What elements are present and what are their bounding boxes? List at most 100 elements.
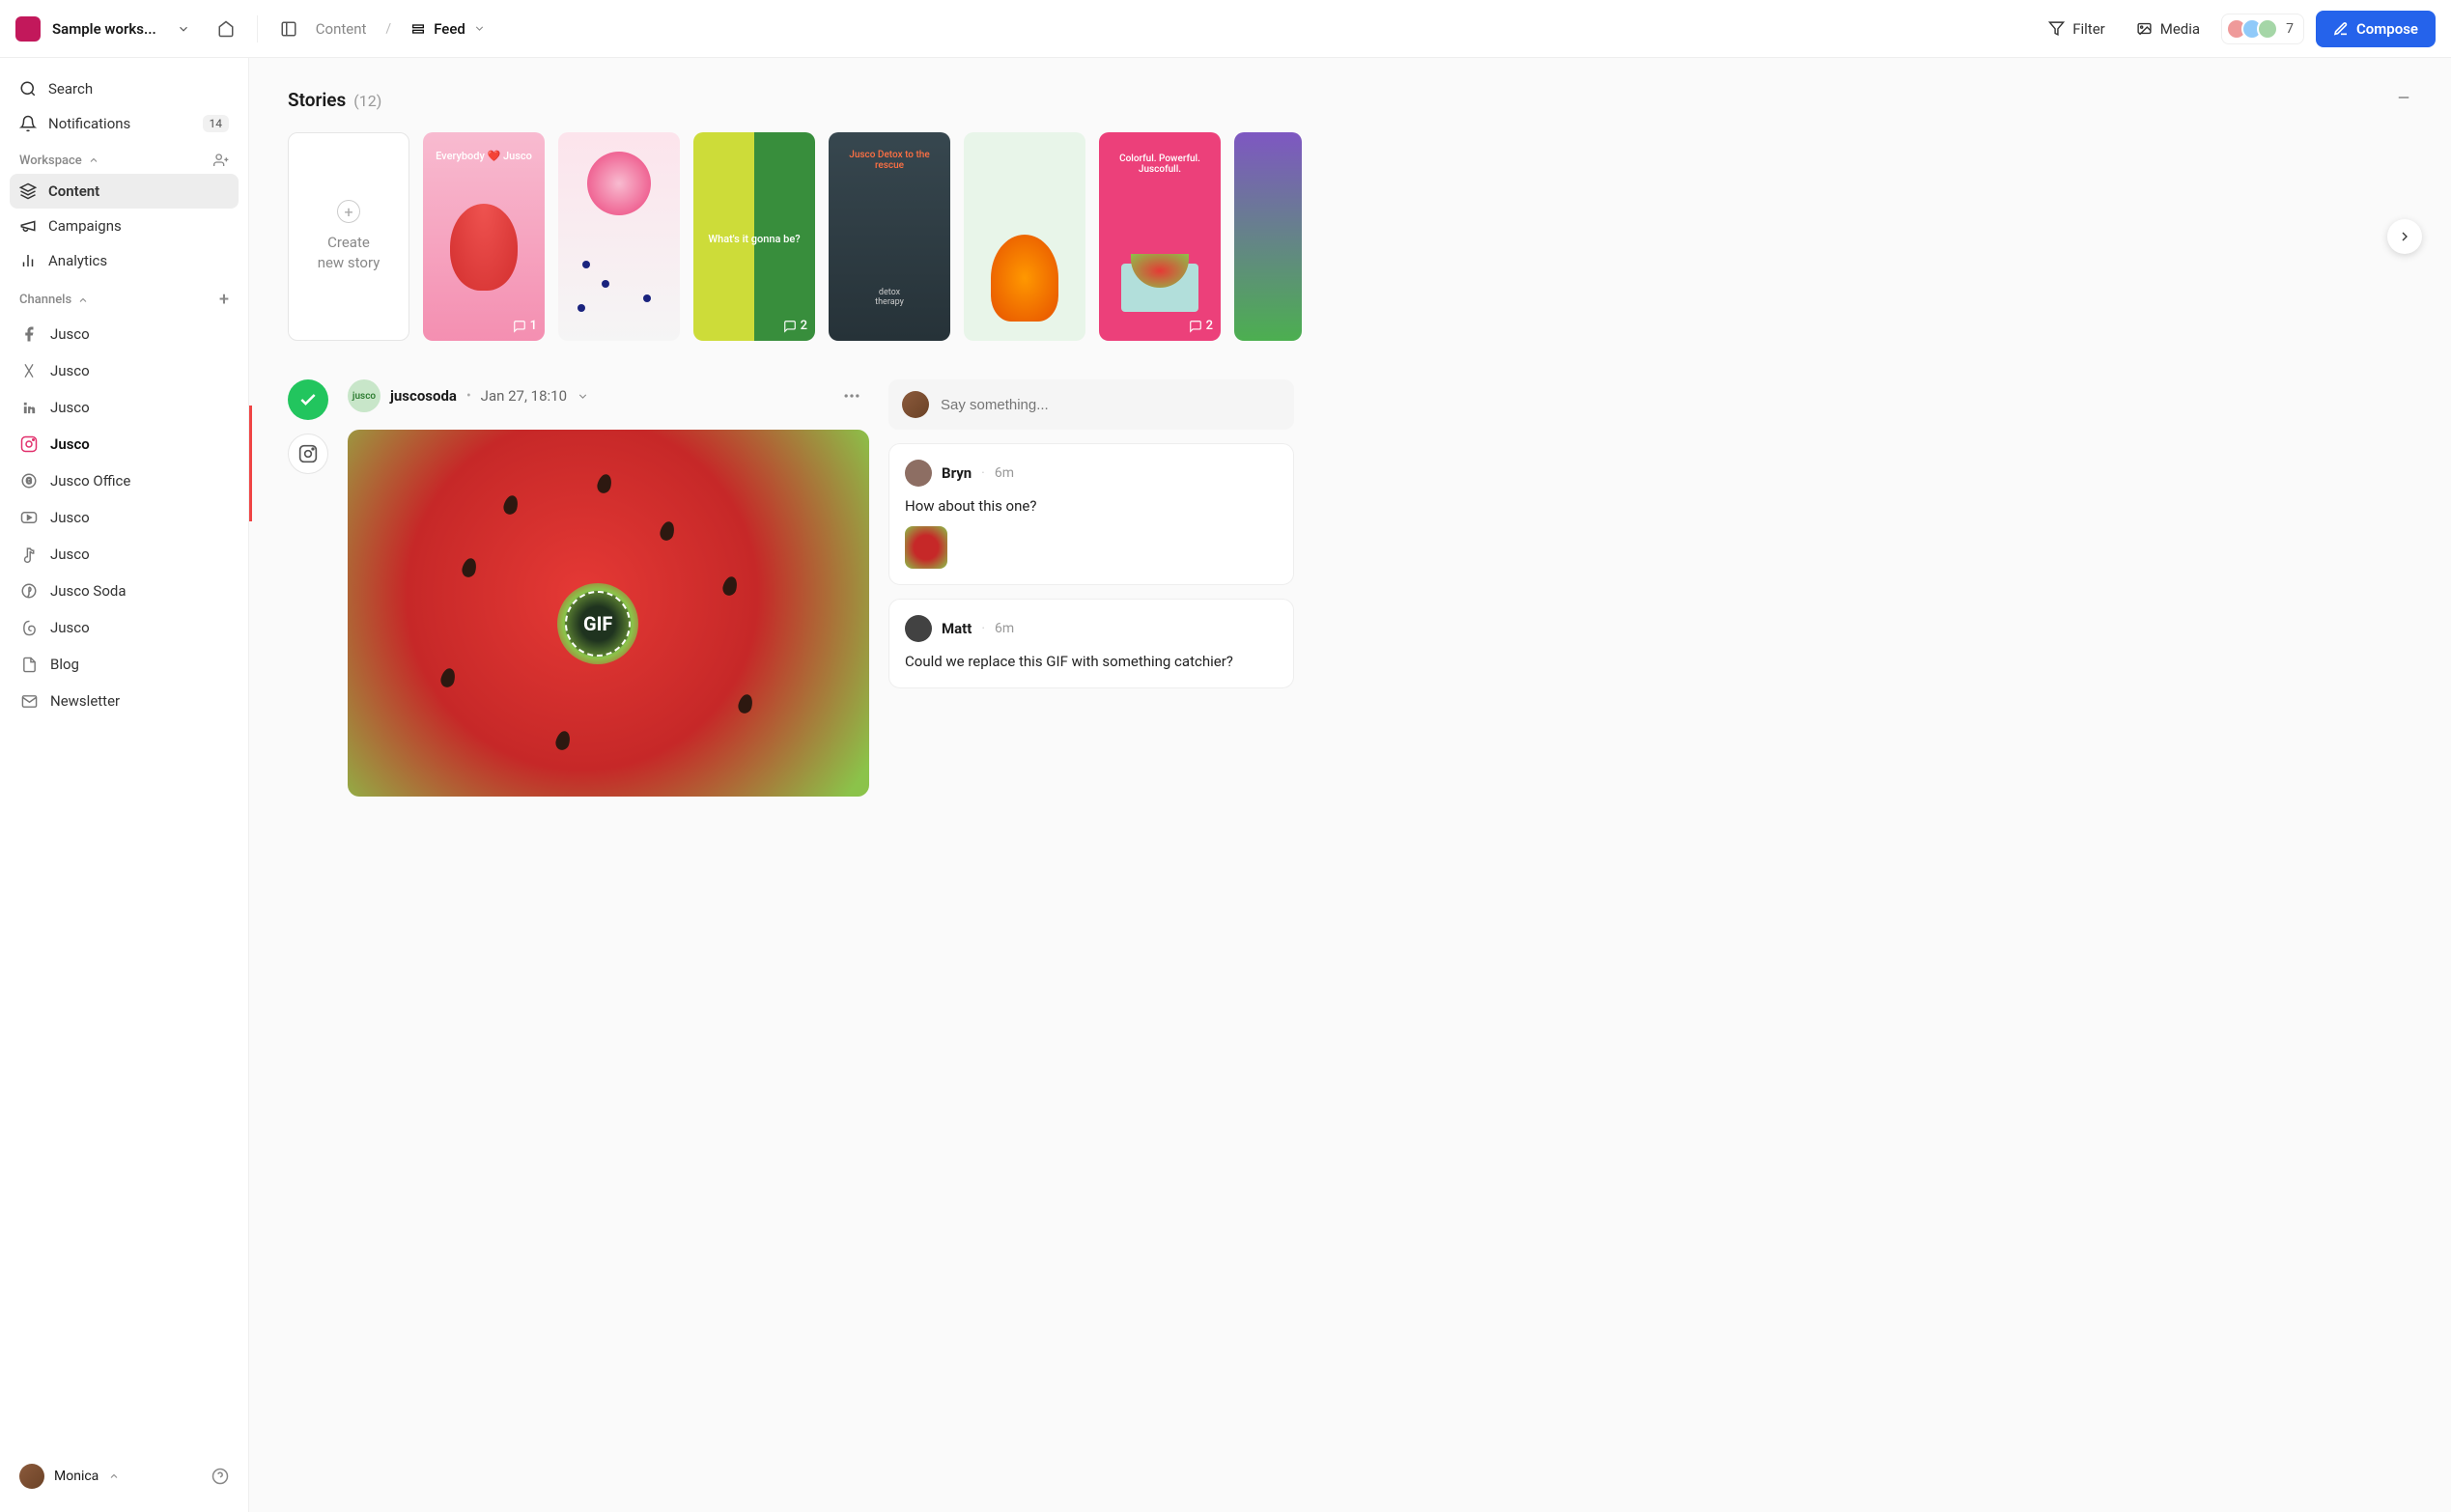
breadcrumb-current[interactable]: Feed: [410, 20, 486, 38]
post-media[interactable]: GIF: [348, 430, 869, 797]
search-icon: [19, 80, 37, 98]
add-member-icon[interactable]: [213, 153, 229, 168]
channel-youtube[interactable]: Jusco: [10, 499, 239, 536]
sidebar-item-analytics[interactable]: Analytics: [10, 243, 239, 278]
comment-attachment[interactable]: [905, 526, 947, 569]
stories-count: (12): [353, 92, 381, 110]
story-card[interactable]: [1234, 132, 1302, 341]
help-icon[interactable]: [211, 1468, 229, 1485]
post-main: jusco juscosoda • Jan 27, 18:10: [348, 379, 869, 797]
feed-icon: [410, 21, 426, 37]
comment-author[interactable]: Bryn: [942, 464, 972, 482]
story-card[interactable]: Everybody ❤️ Jusco 1: [423, 132, 545, 341]
stories-header: Stories (12): [288, 89, 2412, 111]
gif-overlay: GIF: [557, 583, 638, 664]
sidebar-item-campaigns[interactable]: Campaigns: [10, 209, 239, 243]
active-indicator: [249, 406, 252, 521]
comment-card: Matt · 6m Could we replace this GIF with…: [888, 599, 1294, 688]
story-card[interactable]: Colorful. Powerful. Juscofull. 2: [1099, 132, 1221, 341]
chevron-down-icon[interactable]: [577, 390, 589, 403]
channel-x[interactable]: Jusco: [10, 352, 239, 389]
layers-icon: [19, 182, 37, 200]
channel-linkedin[interactable]: Jusco: [10, 389, 239, 426]
story-card[interactable]: Jusco Detox to the rescue detoxtherapy: [829, 132, 950, 341]
compose-button[interactable]: Compose: [2316, 11, 2436, 47]
breadcrumb-parent[interactable]: Content: [316, 20, 367, 38]
comment-badge: 2: [1189, 319, 1213, 333]
plus-icon: +: [337, 200, 360, 223]
story-card[interactable]: What's it gonna be? 2: [693, 132, 815, 341]
chevron-up-icon: [108, 1470, 120, 1482]
post-status-column: [288, 379, 328, 474]
comment-body: Could we replace this GIF with something…: [905, 652, 1278, 672]
chart-icon: [19, 252, 37, 269]
avatar: [2257, 18, 2278, 40]
divider: [257, 15, 258, 42]
post-author[interactable]: juscosoda: [390, 387, 457, 405]
main-content: Stories (12) + Create new story Everybod…: [249, 58, 2451, 1512]
sidebar-user[interactable]: Monica: [10, 1454, 239, 1498]
comment-author[interactable]: Matt: [942, 620, 972, 637]
workspace-chevron-icon[interactable]: [168, 14, 199, 44]
chevron-up-icon: [88, 154, 99, 166]
channel-threads[interactable]: Jusco: [10, 609, 239, 646]
member-count: 7: [2286, 21, 2294, 37]
create-story-card[interactable]: + Create new story: [288, 132, 409, 341]
filter-button[interactable]: Filter: [2039, 14, 2115, 43]
youtube-icon: [19, 508, 39, 527]
channel-google[interactable]: G Jusco Office: [10, 462, 239, 499]
channel-instagram[interactable]: Jusco: [10, 426, 239, 462]
workspace-section-header[interactable]: Workspace: [10, 141, 239, 174]
comment-input[interactable]: [888, 379, 1294, 430]
notifications-item[interactable]: Notifications 14: [10, 106, 239, 141]
comment-time: 6m: [995, 621, 1014, 636]
notifications-badge: 14: [203, 115, 230, 132]
comments-panel: Bryn · 6m How about this one? Matt · 6m: [888, 379, 1294, 702]
search-item[interactable]: Search: [10, 71, 239, 106]
filter-icon: [2048, 20, 2065, 37]
comment-badge: 2: [783, 319, 807, 333]
chevron-up-icon: [77, 294, 89, 306]
sidebar-item-content[interactable]: Content: [10, 174, 239, 209]
channel-facebook[interactable]: Jusco: [10, 316, 239, 352]
sidebar-toggle-icon[interactable]: [273, 14, 304, 44]
google-icon: G: [19, 471, 39, 490]
user-name: Monica: [54, 1469, 99, 1484]
media-icon: [2136, 20, 2153, 37]
add-channel-icon[interactable]: +: [219, 290, 229, 310]
comment-body: How about this one?: [905, 496, 1278, 517]
gif-label: GIF: [565, 591, 631, 657]
breadcrumb-separator: /: [385, 21, 391, 37]
x-icon: [19, 361, 39, 380]
member-avatars[interactable]: 7: [2221, 14, 2304, 44]
instagram-icon: [19, 434, 39, 454]
channel-newsletter[interactable]: Newsletter: [10, 683, 239, 719]
post-date[interactable]: Jan 27, 18:10: [481, 387, 567, 405]
comment-card: Bryn · 6m How about this one?: [888, 443, 1294, 585]
status-approved-icon[interactable]: [288, 379, 328, 420]
workspace-badge[interactable]: [15, 16, 41, 42]
media-button[interactable]: Media: [2127, 14, 2210, 43]
channel-pinterest[interactable]: Jusco Soda: [10, 573, 239, 609]
channels-section-header[interactable]: Channels +: [10, 278, 239, 316]
chevron-down-icon: [473, 22, 486, 35]
story-card[interactable]: [964, 132, 1085, 341]
pinterest-icon: [19, 581, 39, 601]
megaphone-icon: [19, 217, 37, 235]
post-author-avatar[interactable]: jusco: [348, 379, 380, 412]
comment-avatar: [905, 615, 932, 642]
threads-icon: [19, 618, 39, 637]
stories-title: Stories: [288, 89, 346, 111]
platform-instagram-icon[interactable]: [288, 434, 328, 474]
stories-next-button[interactable]: [2387, 219, 2422, 254]
workspace-name[interactable]: Sample works...: [52, 20, 156, 38]
story-card[interactable]: [558, 132, 680, 341]
home-icon[interactable]: [211, 14, 241, 44]
post-menu-icon[interactable]: [834, 382, 869, 409]
comment-textfield[interactable]: [941, 397, 1281, 413]
channel-tiktok[interactable]: Jusco: [10, 536, 239, 573]
comment-avatar: [905, 460, 932, 487]
sidebar: Search Notifications 14 Workspace Conten…: [0, 58, 249, 1512]
collapse-stories-icon[interactable]: [2395, 89, 2412, 106]
channel-blog[interactable]: Blog: [10, 646, 239, 683]
